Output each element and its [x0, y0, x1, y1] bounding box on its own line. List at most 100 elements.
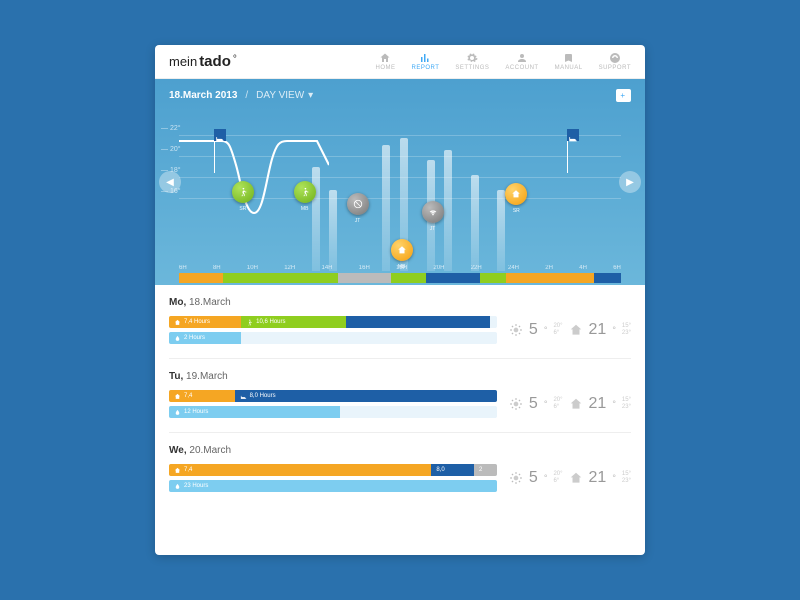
event-user-label: JT [355, 218, 361, 224]
house-icon [174, 319, 181, 326]
walk-icon [246, 319, 253, 326]
segment-text: 7,4 [184, 467, 192, 473]
nav-label: REPORT [411, 65, 439, 71]
account-icon [516, 52, 528, 64]
day-stats: 5°20°6°21°15°23° [509, 321, 631, 339]
nav-label: HOME [375, 65, 395, 71]
wifi-icon [428, 207, 438, 217]
hours-segment [346, 316, 490, 328]
hours-segment: 8,0 Hours [235, 390, 314, 402]
sun-icon [509, 323, 523, 337]
event-user-label: JT [430, 226, 436, 232]
manual-icon [563, 52, 575, 64]
presence-bar: 7,48,02 [169, 464, 497, 476]
segment-text: 7,4 Hours [184, 319, 210, 325]
x-tick: 12H [284, 265, 295, 271]
event-marker[interactable]: JT [422, 201, 444, 223]
nav-account[interactable]: ACCOUNT [505, 52, 538, 71]
day-list[interactable]: Mo, 18.March7,4 Hours10,6 Hours2 Hours5°… [155, 285, 645, 555]
hours-segment: 7,4 [169, 390, 235, 402]
nav-label: MANUAL [555, 65, 583, 71]
nav-manual[interactable]: MANUAL [555, 52, 583, 71]
hours-segment [313, 390, 497, 402]
app-card: mein tado ° HOME REPORT SETTINGS ACCOUNT MAN… [155, 45, 645, 555]
x-tick: 8H [213, 265, 221, 271]
nav-label: SETTINGS [455, 65, 489, 71]
logo: mein tado ° [169, 53, 237, 70]
logo-degree: ° [233, 54, 237, 65]
x-tick: 14H [322, 265, 333, 271]
house-icon [569, 397, 583, 411]
event-marker[interactable]: SR [232, 181, 254, 203]
heating-bar: 23 Hours [169, 480, 497, 492]
event-user-label: SR [513, 208, 520, 214]
day-stats: 5°20°6°21°15°23° [509, 395, 631, 413]
header: mein tado ° HOME REPORT SETTINGS ACCOUNT MAN… [155, 45, 645, 79]
day-row: Mo, 18.March7,4 Hours10,6 Hours2 Hours5°… [169, 285, 631, 359]
event-marker[interactable]: MB [294, 181, 316, 203]
presence-bar: 7,48,0 Hours [169, 390, 497, 402]
nav-home[interactable]: HOME [375, 52, 395, 71]
hours-segment: 7,4 Hours [169, 316, 241, 328]
timeline-segment [223, 273, 338, 283]
x-axis: 6H8H10H12H14H16H18H20H22H24H2H4H6H [179, 265, 621, 271]
x-tick: 6H [179, 265, 187, 271]
temperature-chart: 18.March 2013 / DAY VIEW ▾ + ◀ ▶ — 22°— … [155, 79, 645, 285]
x-tick: 24H [508, 265, 519, 271]
outdoor-range: 20°6° [553, 397, 562, 411]
timeline-segment [480, 273, 507, 283]
presence-bar: 7,4 Hours10,6 Hours [169, 316, 497, 328]
hours-segment: 2 [474, 464, 497, 476]
indoor-range: 15°23° [622, 323, 631, 337]
support-icon [609, 52, 621, 64]
heating-bar: 2 Hours [169, 332, 497, 344]
block-icon [353, 199, 363, 209]
timeline-segment [506, 273, 594, 283]
event-marker[interactable]: MB [391, 239, 413, 261]
drop-icon [174, 335, 181, 342]
outdoor-range: 20°6° [553, 471, 562, 485]
sun-icon [509, 397, 523, 411]
next-day-button[interactable]: ▶ [619, 171, 641, 193]
view-switcher[interactable]: DAY VIEW ▾ [256, 90, 313, 101]
nav-label: ACCOUNT [505, 65, 538, 71]
indoor-range: 15°23° [622, 471, 631, 485]
nav-settings[interactable]: SETTINGS [455, 52, 489, 71]
nav: HOME REPORT SETTINGS ACCOUNT MANUAL SUPPORT [375, 52, 631, 71]
outdoor-temp: 5 [529, 395, 538, 413]
x-tick: 20H [433, 265, 444, 271]
sleep-flag-icon [214, 129, 226, 141]
x-tick: 10H [247, 265, 258, 271]
drop-icon [174, 483, 181, 490]
heating-bar: 12 Hours [169, 406, 497, 418]
nav-support[interactable]: SUPPORT [599, 52, 631, 71]
day-bars: 7,48,02 23 Hours [169, 464, 497, 492]
y-tick: — 16° [161, 188, 181, 195]
timeline-segment [338, 273, 391, 283]
segment-text: 2 Hours [184, 335, 205, 341]
event-marker[interactable]: JT [347, 193, 369, 215]
nav-label: SUPPORT [599, 65, 631, 71]
chart-toolbar: 18.March 2013 / DAY VIEW ▾ + [155, 79, 645, 112]
plus-icon: + [620, 91, 625, 100]
walk-icon [238, 187, 248, 197]
y-tick: — 18° [161, 167, 181, 174]
x-tick: 2H [545, 265, 553, 271]
outdoor-temp: 5 [529, 469, 538, 487]
hours-segment: 7,4 [169, 464, 431, 476]
sleep-flag-icon [567, 129, 579, 141]
day-row: We, 20.March7,48,0223 Hours5°20°6°21°15°… [169, 433, 631, 506]
nav-report[interactable]: REPORT [411, 52, 439, 71]
day-stats: 5°20°6°21°15°23° [509, 469, 631, 487]
timeline-segment [594, 273, 621, 283]
y-tick: — 20° [161, 146, 181, 153]
day-bars: 7,4 Hours10,6 Hours 2 Hours [169, 316, 497, 344]
x-tick: 16H [359, 265, 370, 271]
hours-segment: 23 Hours [169, 480, 497, 492]
segment-text: 2 [479, 467, 482, 473]
timeline-segment [179, 273, 223, 283]
y-tick: — 22° [161, 125, 181, 132]
walk-icon [300, 187, 310, 197]
chevron-down-icon: ▾ [308, 90, 313, 101]
people-filter-button[interactable]: + [616, 89, 631, 102]
